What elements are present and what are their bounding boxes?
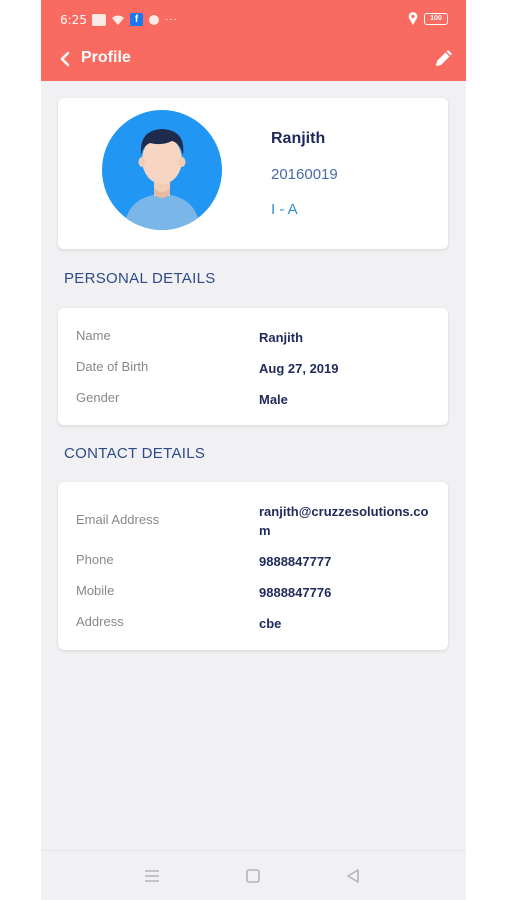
status-bar: 6:25 f ··· 100 (41, 0, 466, 40)
facebook-icon: f (130, 13, 143, 26)
location-icon (408, 12, 418, 25)
contact-details-card: Email Address ranjith@cruzzesolutions.co… (58, 482, 448, 650)
profile-name: Ranjith (271, 130, 326, 147)
phone-screen: 6:25 f ··· 100 Profile Ranjith 20160019 … (41, 0, 466, 900)
detail-label: Email Address (76, 512, 160, 527)
page-title: Profile (81, 49, 131, 66)
personal-details-card: Name Ranjith Date of Birth Aug 27, 2019 … (58, 308, 448, 425)
status-time: 6:25 (60, 13, 87, 27)
status-notification-icons: f ··· (92, 13, 178, 26)
profile-class: I - A (271, 201, 298, 218)
menu-icon[interactable] (143, 868, 161, 884)
home-square-icon[interactable] (245, 868, 261, 884)
detail-value: 9888847776 (259, 585, 332, 600)
wifi-icon (112, 15, 124, 25)
detail-label: Name (76, 328, 111, 343)
detail-value: Ranjith (259, 330, 304, 345)
pencil-edit-icon[interactable] (432, 46, 456, 70)
youtube-icon (92, 13, 106, 26)
detail-label: Date of Birth (76, 359, 149, 374)
back-chevron-icon[interactable] (55, 48, 77, 70)
detail-label: Gender (76, 390, 120, 405)
detail-label: Phone (76, 552, 114, 567)
detail-label: Mobile (76, 583, 115, 598)
detail-label: Address (76, 614, 124, 629)
notification-app-icon (149, 14, 159, 25)
profile-card: Ranjith 20160019 I - A (58, 98, 448, 249)
status-system-icons: 100 (408, 12, 448, 25)
detail-value: Male (259, 392, 288, 407)
app-bar: Profile (41, 40, 466, 81)
nav-back-triangle-icon[interactable] (344, 867, 362, 885)
detail-value: cbe (259, 616, 282, 631)
more-notifications-icon: ··· (165, 14, 178, 25)
user-avatar-icon (102, 110, 222, 230)
contact-details-heading: CONTACT DETAILS (64, 445, 206, 462)
detail-value: Aug 27, 2019 (259, 361, 339, 376)
system-nav-bar (41, 850, 466, 900)
personal-details-heading: PERSONAL DETAILS (64, 270, 216, 287)
battery-icon: 100 (424, 12, 448, 25)
detail-value: 9888847777 (259, 554, 332, 569)
detail-value: ranjith@cruzzesolutions.com (259, 504, 429, 538)
profile-id: 20160019 (271, 166, 338, 183)
